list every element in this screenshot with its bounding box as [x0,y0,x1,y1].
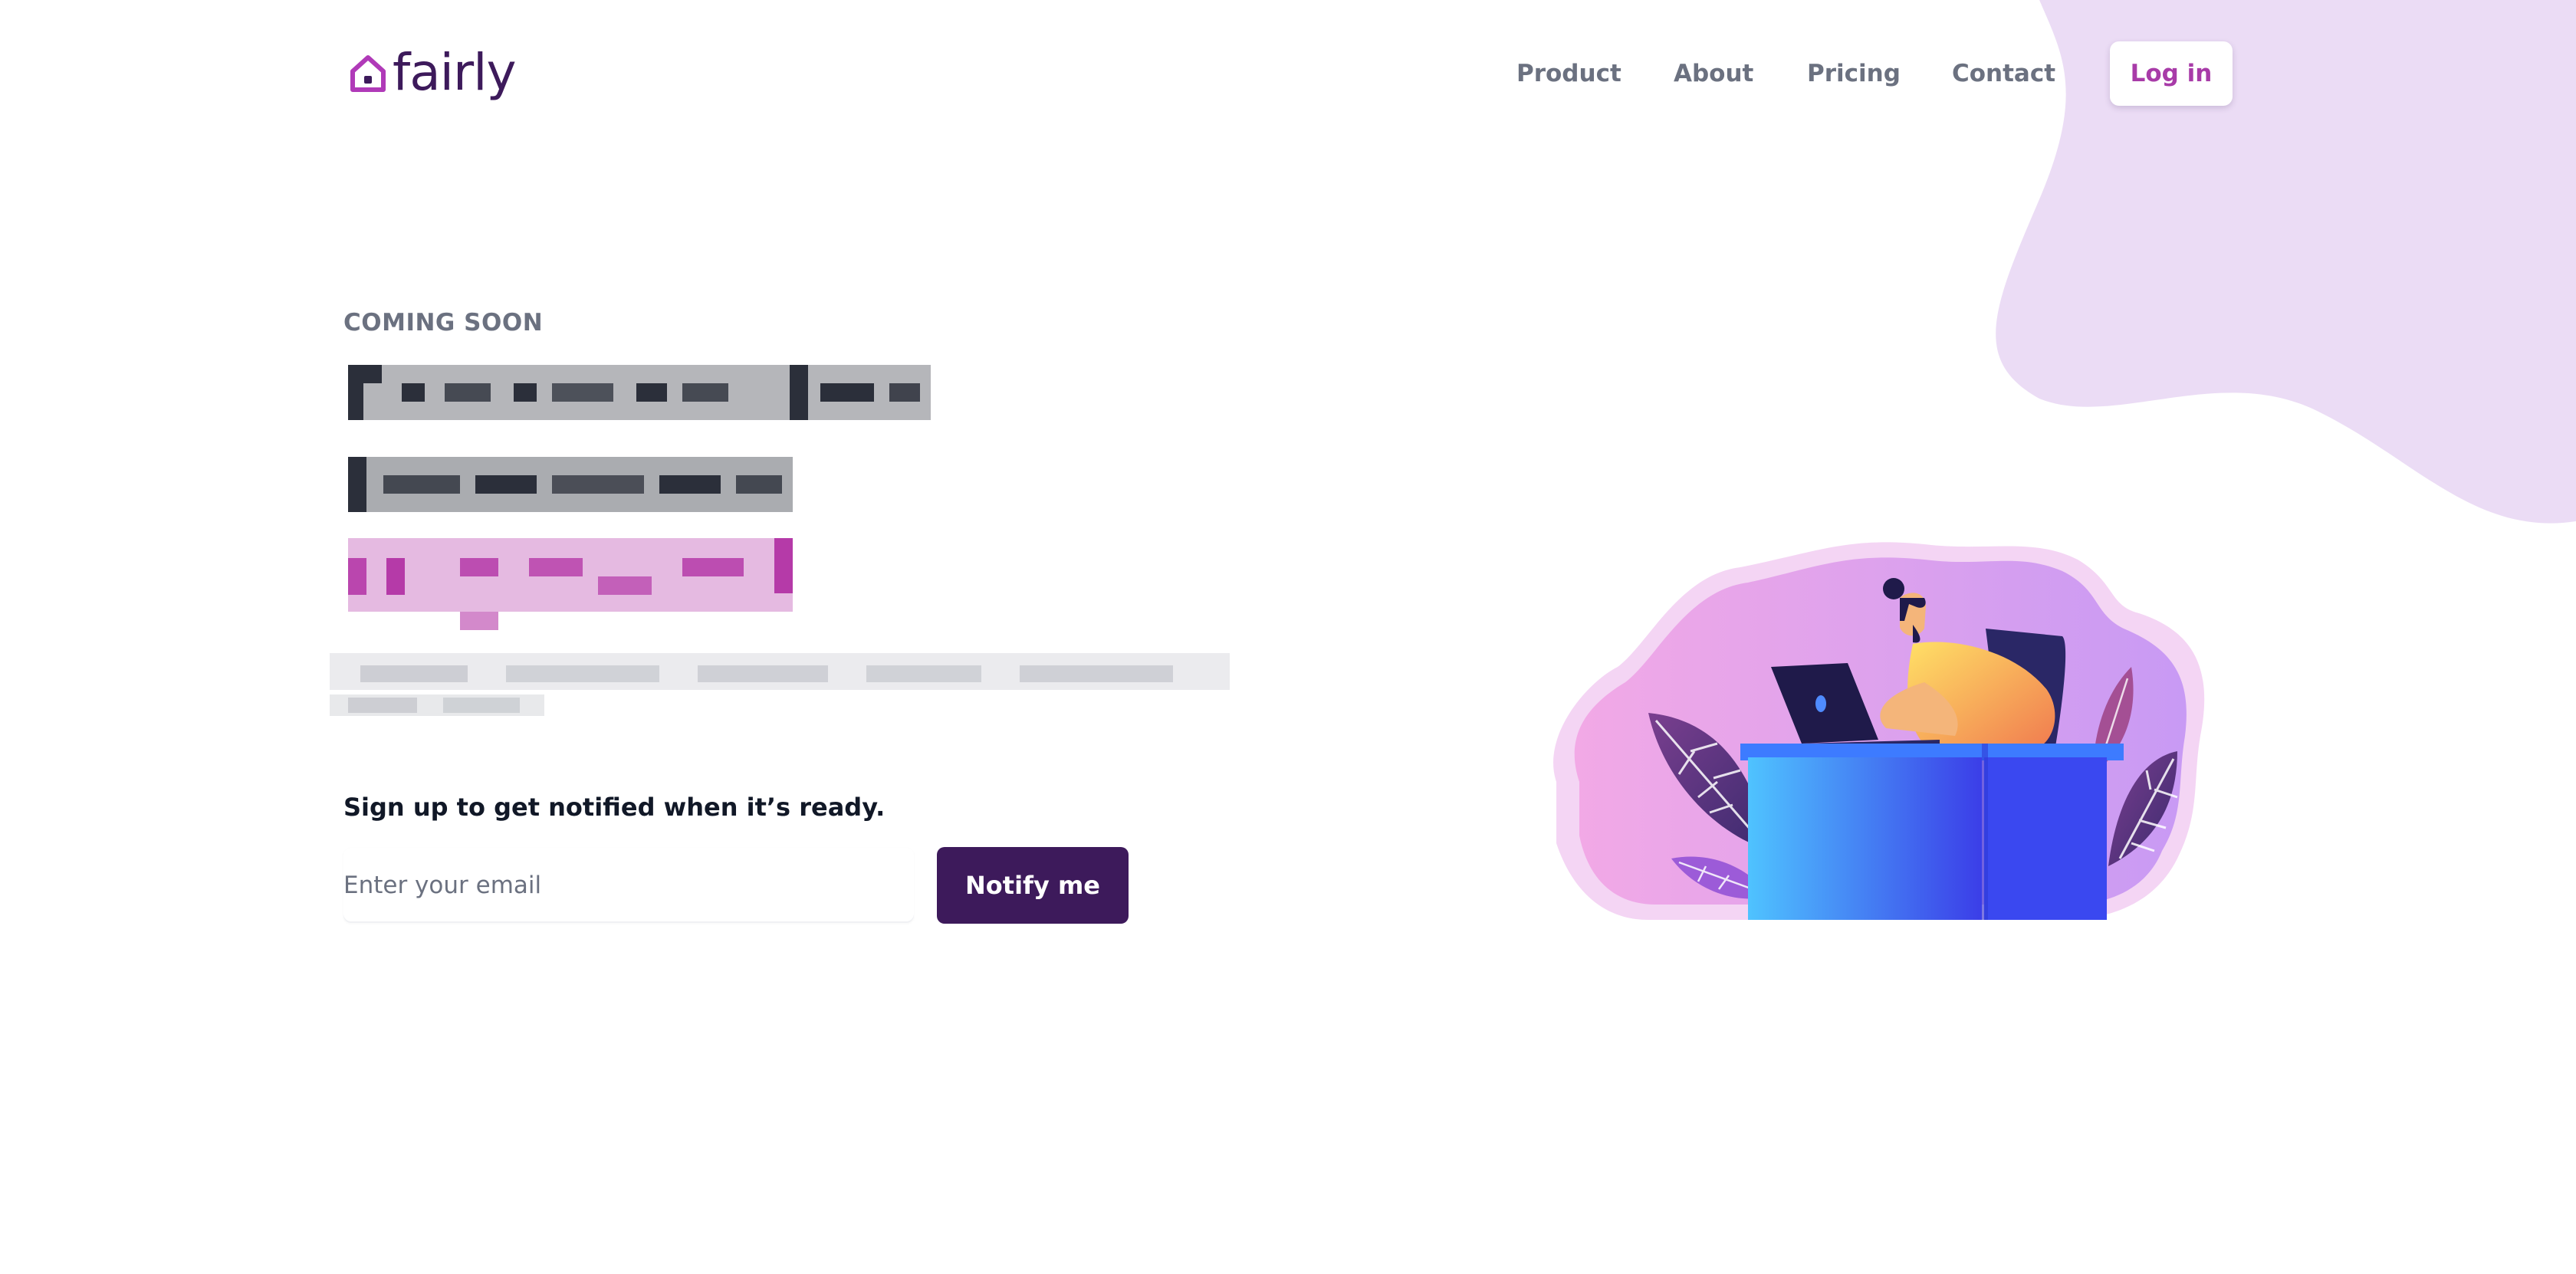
house-icon [350,55,386,92]
person-at-desk-illustration [1553,542,2205,920]
redacted-headline [330,365,1230,716]
nav-item-contact[interactable]: Contact [1952,58,2055,89]
login-button[interactable]: Log in [2110,41,2233,106]
signup-prompt: Sign up to get notified when it’s ready. [343,793,886,822]
email-input[interactable] [343,848,914,923]
brand-logo[interactable]: fairly [347,43,517,102]
notify-me-button[interactable]: Notify me [937,847,1129,924]
nav-item-product[interactable]: Product [1516,58,1622,89]
nav-item-pricing[interactable]: Pricing [1807,58,1901,89]
brand-name: fairly [393,43,517,102]
coming-soon-label: COMING SOON [343,309,544,337]
nav-item-about[interactable]: About [1674,58,1753,89]
